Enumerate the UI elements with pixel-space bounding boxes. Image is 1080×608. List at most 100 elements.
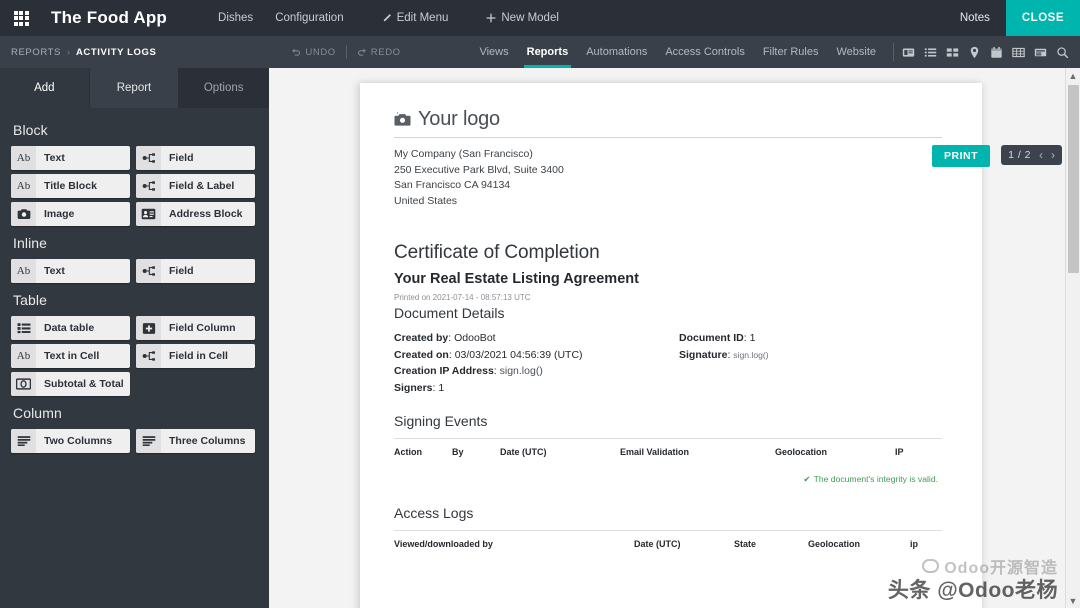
detail-row: Signature: sign.log(): [679, 348, 769, 361]
document-details: Created by: OdooBot Created on: 03/03/20…: [394, 330, 942, 396]
sidebar-tab-report[interactable]: Report: [89, 68, 180, 108]
column-header-date: Date (UTC): [634, 539, 681, 550]
block-item-label: Field: [169, 265, 194, 277]
app-title: The Food App: [51, 8, 168, 27]
block-item-label: Field Column: [169, 322, 236, 334]
block-item-field[interactable]: Field: [136, 146, 255, 170]
top-menu-item-edit-menu[interactable]: Edit Menu: [371, 6, 460, 30]
sub-navbar: REPORTS › ACTIVITY LOGS UNDO REDO Views …: [0, 36, 1080, 68]
tab-access-controls[interactable]: Access Controls: [656, 36, 753, 68]
top-menu-item-new-model[interactable]: New Model: [475, 6, 570, 30]
company-address: My Company (San Francisco) 250 Executive…: [394, 147, 942, 209]
report-canvas: Your logo My Company (San Francisco) 250…: [269, 68, 1080, 608]
block-item-address-block[interactable]: Address Block: [136, 202, 255, 226]
next-page-button[interactable]: ›: [1051, 149, 1055, 161]
sidebar-tab-options[interactable]: Options: [179, 68, 269, 108]
sidebar-tab-add[interactable]: Add: [0, 68, 90, 108]
ab-text-icon: Ab: [11, 344, 36, 368]
address-line: San Francisco CA 94134: [394, 179, 511, 192]
table-item-field-in-cell[interactable]: Field in Cell: [136, 344, 255, 368]
detail-value: 1: [438, 381, 445, 394]
previous-page-button[interactable]: ‹: [1039, 149, 1043, 161]
column-header-email-validation: Email Validation: [620, 447, 690, 458]
address-card-icon: [136, 202, 161, 226]
print-button[interactable]: PRINT: [932, 145, 990, 167]
inline-item-field[interactable]: Field: [136, 259, 255, 283]
scroll-up-button[interactable]: ▲: [1066, 68, 1080, 83]
calendar-icon[interactable]: [990, 46, 1003, 59]
column-item-two-columns[interactable]: Two Columns: [11, 429, 130, 453]
top-menu-item-configuration[interactable]: Configuration: [264, 6, 354, 30]
table-item-field-column[interactable]: Field Column: [136, 316, 255, 340]
logo-divider: [394, 137, 942, 138]
address-line: United States: [394, 194, 458, 207]
list-table-icon: [11, 316, 36, 340]
integrity-text: The document's integrity is valid.: [813, 474, 938, 485]
column-header-geolocation: Geolocation: [808, 539, 861, 550]
table-item-data-table[interactable]: Data table: [11, 316, 130, 340]
logo-placeholder-text: Your logo: [418, 108, 500, 130]
search-icon[interactable]: [1056, 46, 1069, 59]
notes-button[interactable]: Notes: [944, 0, 1006, 36]
top-menu: Dishes Configuration Edit Menu New Model: [207, 6, 570, 30]
signing-events-header-row: Action By Date (UTC) Email Validation Ge…: [394, 439, 942, 457]
tab-automations[interactable]: Automations: [577, 36, 656, 68]
breadcrumb-item-activity-logs[interactable]: ACTIVITY LOGS: [76, 47, 156, 58]
vertical-scrollbar[interactable]: ▲ ▼: [1065, 68, 1080, 608]
table-item-subtotal-total[interactable]: Subtotal & Total: [11, 372, 130, 396]
field-node-icon: [136, 259, 161, 283]
list-view-icon[interactable]: [924, 46, 937, 59]
block-item-text[interactable]: Ab Text: [11, 146, 130, 170]
redo-icon: [357, 48, 366, 56]
inline-item-text[interactable]: Ab Text: [11, 259, 130, 283]
document-logo[interactable]: Your logo: [394, 108, 942, 137]
close-button[interactable]: CLOSE: [1005, 0, 1080, 36]
block-item-label: Two Columns: [44, 435, 113, 447]
report-page[interactable]: Your logo My Company (San Francisco) 250…: [360, 83, 982, 608]
block-item-title-block[interactable]: Ab Title Block: [11, 174, 130, 198]
table-item-text-in-cell[interactable]: Ab Text in Cell: [11, 344, 130, 368]
apps-menu-button[interactable]: [0, 0, 42, 36]
ab-text-icon: Ab: [11, 259, 36, 283]
card-view-icon[interactable]: [902, 46, 915, 59]
undo-button[interactable]: UNDO: [281, 47, 345, 58]
block-item-label: Field: [169, 152, 194, 164]
redo-button[interactable]: REDO: [347, 47, 411, 58]
column-header-by: By: [452, 447, 464, 458]
camera-icon: [11, 202, 36, 226]
column-item-three-columns[interactable]: Three Columns: [136, 429, 255, 453]
form-view-icon[interactable]: [1034, 46, 1047, 59]
block-item-image[interactable]: Image: [11, 202, 130, 226]
ab-text-icon: Ab: [11, 174, 36, 198]
block-item-label: Data table: [44, 322, 95, 334]
block-item-label: Text in Cell: [44, 350, 100, 362]
sidebar-section-title-table: Table: [13, 292, 47, 308]
grid-view-icon[interactable]: [1012, 46, 1025, 59]
undo-icon: [292, 48, 301, 56]
field-node-icon: [136, 146, 161, 170]
breadcrumb-separator: ›: [66, 47, 70, 57]
map-pin-icon[interactable]: [968, 46, 981, 59]
undo-redo-group: UNDO REDO: [281, 45, 410, 59]
scrollbar-thumb[interactable]: [1068, 85, 1079, 273]
top-menu-item-dishes[interactable]: Dishes: [207, 6, 264, 30]
tab-website[interactable]: Website: [827, 36, 885, 68]
breadcrumb: REPORTS › ACTIVITY LOGS: [0, 47, 156, 58]
tab-filter-rules[interactable]: Filter Rules: [754, 36, 828, 68]
kanban-view-icon[interactable]: [946, 46, 959, 59]
detail-row: Created by: OdooBot: [394, 332, 496, 345]
tab-reports[interactable]: Reports: [518, 36, 578, 68]
scroll-down-button[interactable]: ▼: [1066, 593, 1080, 608]
certificate-title: Certificate of Completion: [394, 242, 600, 264]
document-details-heading: Document Details: [394, 305, 505, 322]
tab-views[interactable]: Views: [470, 36, 517, 68]
three-columns-icon: [136, 429, 161, 453]
detail-label: Created on: [394, 348, 449, 361]
document-details-right: Document ID: 1 Signature: sign.log(): [679, 330, 942, 396]
sidebar-section-title-block: Block: [13, 122, 48, 138]
block-item-label: Image: [44, 208, 75, 220]
sidebar-tabs: Add Report Options: [0, 68, 269, 108]
subnav-divider: [893, 43, 894, 61]
breadcrumb-item-reports[interactable]: REPORTS: [11, 47, 61, 58]
block-item-field-and-label[interactable]: Field & Label: [136, 174, 255, 198]
